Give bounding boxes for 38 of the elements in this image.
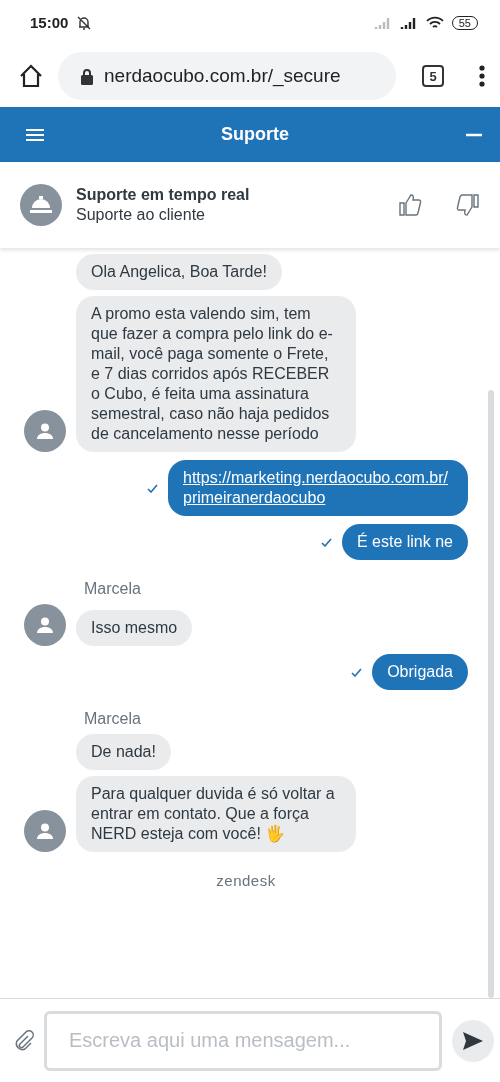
- send-button[interactable]: [452, 1019, 494, 1062]
- bell-icon: [30, 196, 52, 214]
- home-icon[interactable]: [18, 63, 44, 89]
- url-text: nerdaocubo.com.br/_secure: [104, 65, 341, 87]
- tab-count[interactable]: 5: [422, 65, 444, 87]
- clock: 15:00: [30, 14, 69, 31]
- thumbs-up-icon[interactable]: [398, 193, 422, 217]
- message-bubble: A promo esta valendo sim, tem que fazer a compra pelo link do e-mail, você paga somente o Frete, e 7 dias corridos após RECEBER o Cubo, é feita uma assinatura semestral, caso não haja pedidos de cancelamento nesse período: [76, 296, 356, 452]
- send-icon: [462, 1030, 484, 1051]
- message-bubble: Para qualquer duvida é só voltar a entrar em contato. Que a força NERD esteja com você! 🖐: [76, 776, 356, 852]
- address-bar[interactable]: nerdaocubo.com.br/_secure: [58, 52, 396, 100]
- menu-icon[interactable]: [26, 127, 44, 142]
- signal-icon: [373, 15, 392, 30]
- agent-bar-subtitle: Suporte ao cliente: [76, 206, 206, 224]
- lock-icon: [80, 67, 94, 85]
- agent-bar-title: Suporte em tempo real: [76, 186, 251, 204]
- person-icon: [36, 822, 54, 840]
- agent-name: Marcela: [84, 710, 142, 728]
- person-icon: [36, 616, 54, 634]
- widget-title: Suporte: [220, 124, 290, 145]
- branding-text[interactable]: zendesk: [216, 872, 276, 889]
- agent-name: Marcela: [84, 580, 142, 598]
- muted-bell-icon: [76, 14, 93, 31]
- thumbs-down-icon[interactable]: [456, 193, 480, 217]
- message-link[interactable]: https://marketing.nerdaocubo.com.br/primeiranerdaocubo: [183, 468, 453, 508]
- scrollbar[interactable]: [488, 390, 494, 998]
- person-icon: [36, 422, 54, 440]
- more-icon[interactable]: [478, 64, 486, 88]
- message-input[interactable]: Escreva aqui uma mensagem...: [44, 1010, 442, 1071]
- wifi-icon: [425, 15, 444, 30]
- signal-icon: [399, 15, 418, 30]
- message-bubble: De nada!: [76, 734, 171, 770]
- message-bubble: Isso mesmo: [76, 610, 193, 646]
- message-bubble: É este link ne: [341, 524, 468, 560]
- paperclip-icon[interactable]: [14, 1029, 34, 1052]
- message-bubble: Ola Angelica, Boa Tarde!: [76, 254, 282, 290]
- minimize-icon[interactable]: [466, 132, 482, 137]
- message-bubble: Obrigada: [372, 654, 468, 690]
